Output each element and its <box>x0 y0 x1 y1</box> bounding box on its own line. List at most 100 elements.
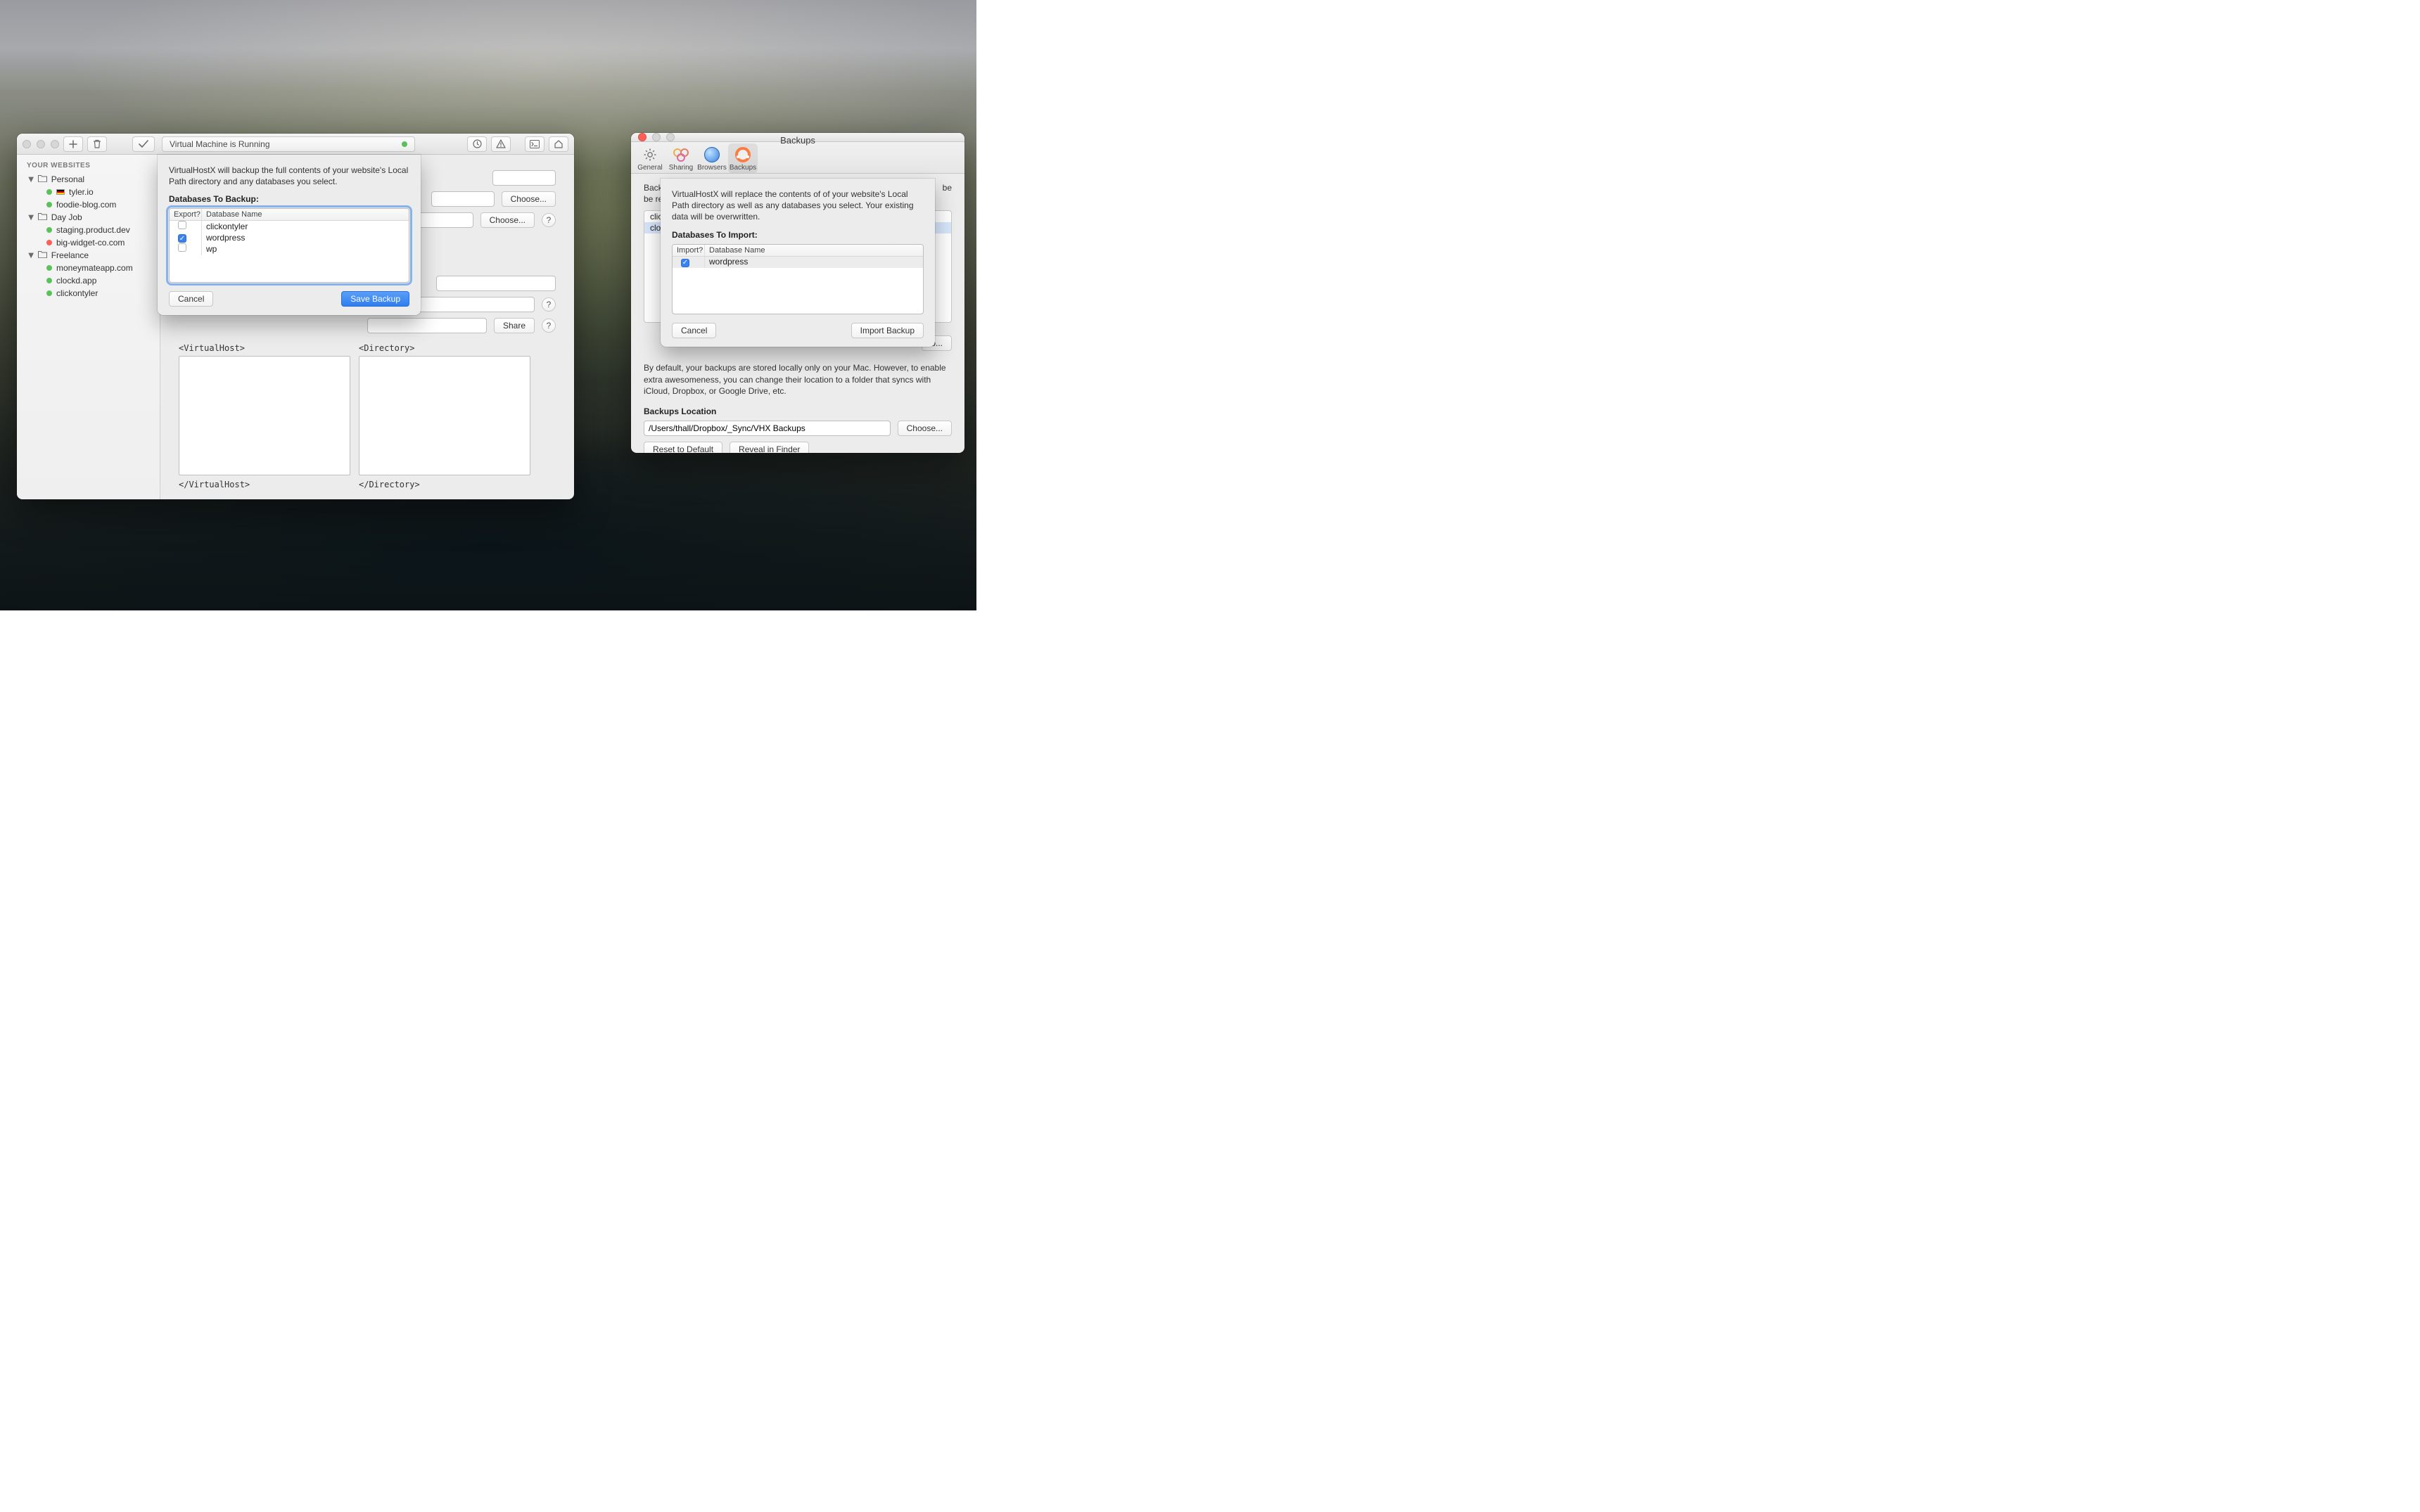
close-control[interactable] <box>23 140 31 148</box>
vm-status-text: Virtual Machine is Running <box>170 139 270 149</box>
vhost-textarea[interactable] <box>179 356 350 475</box>
col-dbname-header[interactable]: Database Name <box>705 245 923 256</box>
vm-status-bar[interactable]: Virtual Machine is Running <box>162 136 415 152</box>
cancel-button[interactable]: Cancel <box>672 323 716 338</box>
tab-sharing[interactable]: Sharing <box>666 143 696 173</box>
sidebar-group-dayjob[interactable]: ▶ Day Job <box>17 211 160 224</box>
help-button[interactable]: ? <box>542 213 556 227</box>
scheduler-button[interactable] <box>467 136 487 152</box>
export-checkbox[interactable] <box>178 221 186 229</box>
import-sheet-section-label: Databases To Import: <box>672 230 924 240</box>
backup-sheet: VirtualHostX will backup the full conten… <box>158 155 421 315</box>
help-button[interactable]: ? <box>542 319 556 333</box>
status-dot-icon <box>46 227 52 233</box>
table-header: Export? Database Name <box>170 209 409 221</box>
sidebar-site[interactable]: tyler.io <box>17 186 160 198</box>
directory-open-label: <Directory> <box>359 343 532 353</box>
flag-icon <box>56 189 65 195</box>
sidebar-group-freelance[interactable]: ▶ Freelance <box>17 249 160 262</box>
choose-button-1[interactable]: Choose... <box>502 191 556 207</box>
table-header: Import? Database Name <box>673 245 923 257</box>
sidebar-group-personal[interactable]: ▶ Personal <box>17 173 160 186</box>
field-input-4[interactable] <box>436 276 556 291</box>
table-row[interactable]: wp <box>170 243 409 255</box>
cancel-button[interactable]: Cancel <box>169 291 213 307</box>
sharing-icon <box>673 147 689 162</box>
export-checkbox[interactable] <box>178 243 186 252</box>
sidebar-heading: YOUR WEBSITES <box>17 159 160 173</box>
tab-label: General <box>637 164 663 172</box>
window-controls <box>638 133 675 141</box>
warnings-button[interactable] <box>491 136 511 152</box>
zoom-control[interactable] <box>51 140 59 148</box>
import-sheet: VirtualHostX will replace the contents o… <box>661 179 935 347</box>
site-name-label: tyler.io <box>69 187 94 197</box>
backup-sheet-intro: VirtualHostX will backup the full conten… <box>169 165 409 187</box>
db-name-cell: wordpress <box>705 256 923 268</box>
help-button[interactable]: ? <box>542 297 556 312</box>
delete-site-button[interactable] <box>87 136 107 152</box>
tab-label: Browsers <box>697 164 727 172</box>
reset-to-default-button[interactable]: Reset to Default <box>644 442 722 453</box>
desktop: Virtual Machine is Running YOUR WEBSITES <box>0 0 976 610</box>
prefs-titlebar: Backups <box>631 133 964 142</box>
backups-location-input[interactable] <box>644 421 891 436</box>
open-home-button[interactable] <box>549 136 568 152</box>
minimize-control[interactable] <box>652 133 661 141</box>
minimize-control[interactable] <box>37 140 45 148</box>
col-dbname-header[interactable]: Database Name <box>202 209 409 220</box>
import-checkbox[interactable]: ✓ <box>681 259 689 267</box>
backups-location-label: Backups Location <box>644 406 952 416</box>
prefs-intro-right-fragment: be <box>943 182 952 193</box>
reveal-in-finder-button[interactable]: Reveal in Finder <box>730 442 809 453</box>
import-backup-button[interactable]: Import Backup <box>851 323 924 338</box>
clock-icon <box>473 139 482 148</box>
share-button[interactable]: Share <box>494 318 535 333</box>
backup-db-table[interactable]: Export? Database Name clickontyler ✓ wor… <box>169 208 409 283</box>
field-input-6[interactable] <box>367 318 487 333</box>
apply-button[interactable] <box>132 136 155 152</box>
terminal-button[interactable] <box>525 136 544 152</box>
add-site-button[interactable] <box>63 136 83 152</box>
sidebar: YOUR WEBSITES ▶ Personal tyler.io foodie… <box>17 155 160 499</box>
prefs-intro-left-fragment: Back <box>644 182 663 193</box>
gear-icon <box>642 147 658 162</box>
table-row[interactable]: ✓ wordpress <box>673 257 923 268</box>
sidebar-site[interactable]: staging.product.dev <box>17 224 160 236</box>
sidebar-site[interactable]: foodie-blog.com <box>17 198 160 211</box>
export-checkbox[interactable]: ✓ <box>178 234 186 243</box>
terminal-icon <box>530 140 540 148</box>
directory-textarea[interactable] <box>359 356 530 475</box>
tab-backups[interactable]: Backups <box>728 143 758 173</box>
warning-icon <box>496 139 506 148</box>
field-input-5[interactable] <box>415 297 535 312</box>
backups-prefs-window: Backups General Sharing Browsers <box>631 133 964 453</box>
sidebar-site[interactable]: big-widget-co.com <box>17 236 160 249</box>
field-input-2[interactable] <box>431 191 495 207</box>
col-export-header[interactable]: Export? <box>170 209 202 220</box>
sidebar-site[interactable]: moneymateapp.com <box>17 262 160 274</box>
close-control[interactable] <box>638 133 647 141</box>
import-db-table[interactable]: Import? Database Name ✓ wordpress <box>672 244 924 314</box>
db-name-cell: wp <box>202 243 409 255</box>
zoom-control[interactable] <box>666 133 675 141</box>
prefs-footer-paragraph: By default, your backups are stored loca… <box>644 362 952 397</box>
tab-general[interactable]: General <box>635 143 665 173</box>
col-import-header[interactable]: Import? <box>673 245 705 256</box>
tab-browsers[interactable]: Browsers <box>697 143 727 173</box>
table-row[interactable]: ✓ wordpress <box>170 232 409 243</box>
import-sheet-intro: VirtualHostX will replace the contents o… <box>672 188 924 223</box>
site-name-label: moneymateapp.com <box>56 263 133 273</box>
tab-label: Backups <box>730 164 756 172</box>
status-dot-icon <box>402 141 407 147</box>
sidebar-group-label: Day Job <box>51 212 82 222</box>
sidebar-site[interactable]: clickontyler <box>17 287 160 300</box>
save-backup-button[interactable]: Save Backup <box>341 291 409 307</box>
sidebar-site[interactable]: clockd.app <box>17 274 160 287</box>
status-dot-icon <box>46 189 52 195</box>
field-input-1[interactable] <box>492 170 556 186</box>
table-row[interactable]: clickontyler <box>170 221 409 232</box>
choose-location-button[interactable]: Choose... <box>898 421 952 436</box>
sidebar-group-label: Freelance <box>51 250 89 260</box>
choose-button-2[interactable]: Choose... <box>480 212 535 228</box>
